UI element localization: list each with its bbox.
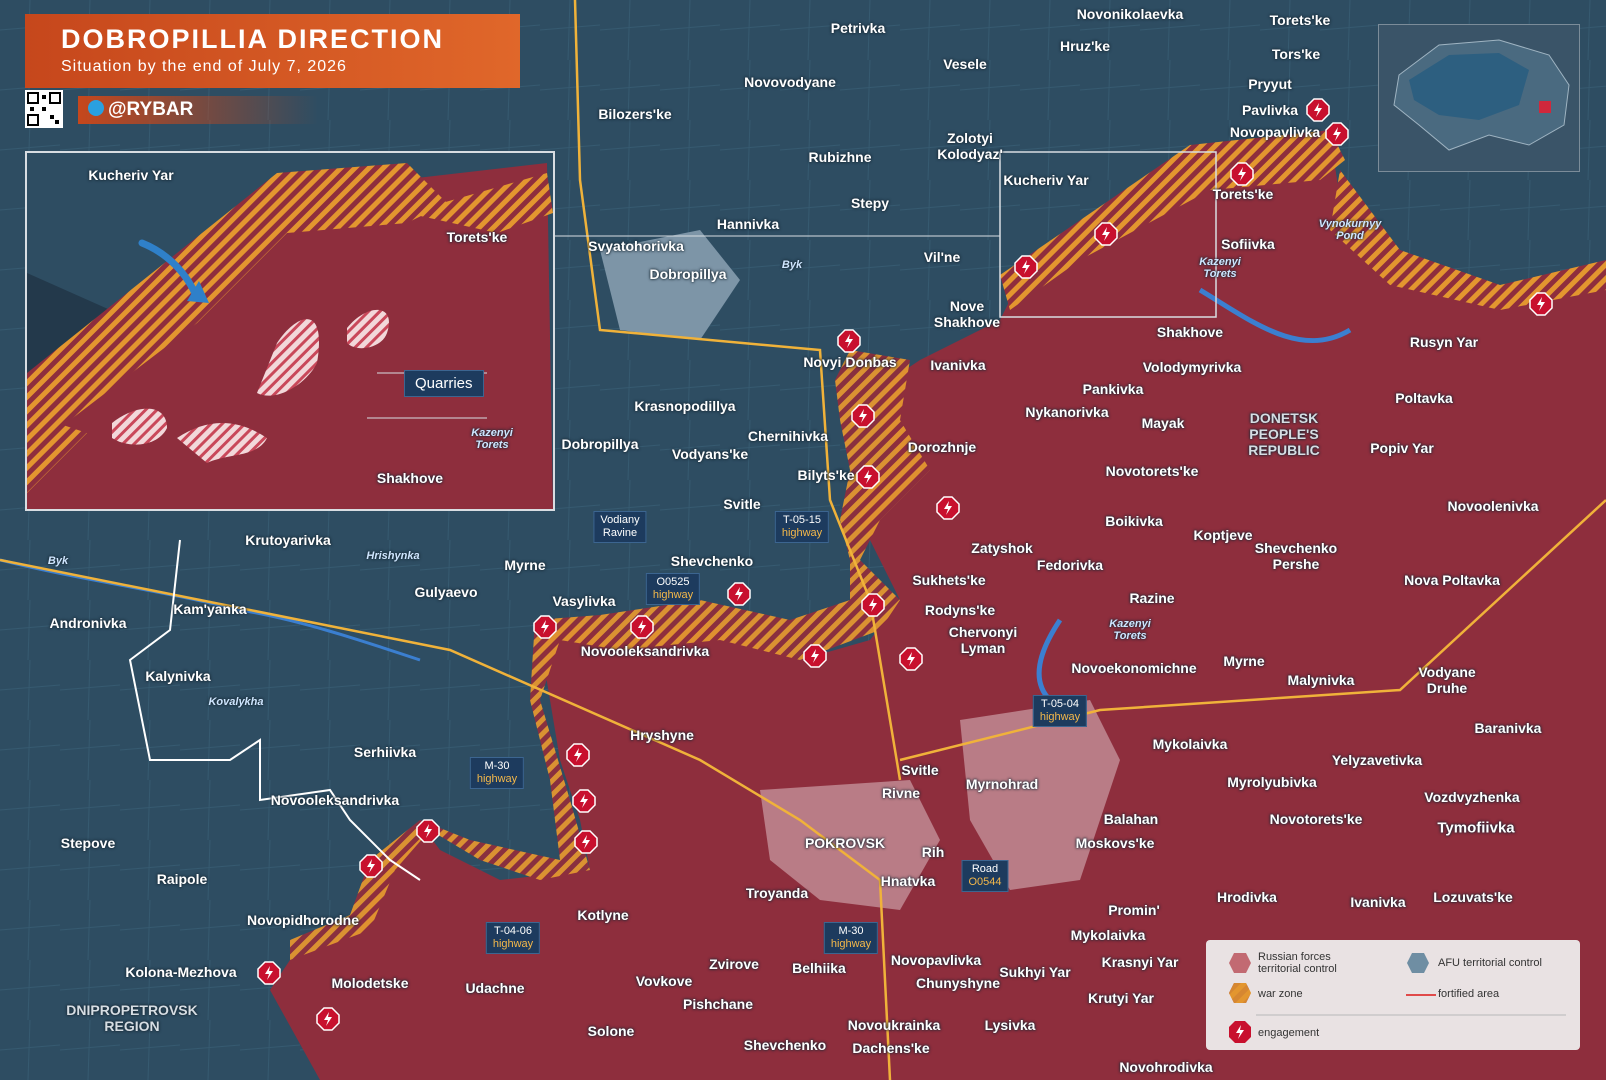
qr-code-icon — [25, 90, 63, 128]
engagement-icon — [574, 830, 598, 854]
engagement-icon — [727, 582, 751, 606]
legend-russian-icon — [1229, 953, 1251, 973]
engagement-icon — [851, 404, 875, 428]
inset-label-toretske: Torets'ke — [446, 229, 508, 245]
legend-russian-label: Russian forces territorial control — [1258, 951, 1337, 975]
engagement-icon — [533, 615, 557, 639]
engagement-icon — [837, 329, 861, 353]
engagement-icon — [856, 465, 880, 489]
engagement-icon — [359, 854, 383, 878]
engagement-icon — [1306, 98, 1330, 122]
engagement-icon — [1014, 255, 1038, 279]
legend-afu-icon — [1407, 953, 1429, 973]
legend: Russian forces territorial control AFU t… — [1206, 940, 1580, 1050]
minimap-location-marker — [1539, 101, 1551, 113]
legend-fortified-label: fortified area — [1438, 988, 1500, 1000]
page-title: DOBROPILLIA DIRECTION — [61, 24, 444, 54]
engagement-icon — [861, 593, 885, 617]
engagement-icon — [257, 961, 281, 985]
legend-warzone-label: war zone — [1258, 988, 1303, 1000]
engagement-icon — [566, 743, 590, 767]
legend-engagement-icon — [1229, 1021, 1251, 1043]
engagement-icon — [1094, 222, 1118, 246]
legend-warzone-icon — [1229, 983, 1251, 1003]
map-canvas: Petrivka Novonikolaevka Torets'ke Hruz'ke To… — [0, 0, 1606, 1080]
inset-label-shakhove: Shakhove — [376, 470, 444, 486]
legend-divider — [1256, 1014, 1566, 1016]
engagement-icon — [416, 819, 440, 843]
engagement-icon — [630, 615, 654, 639]
inset-map: Kucheriv Yar Torets'ke Shakhove Kazenyi … — [25, 151, 555, 511]
engagement-icon — [1529, 292, 1553, 316]
page-subtitle: Situation by the end of July 7, 2026 — [61, 58, 347, 75]
engagement-icon — [316, 1007, 340, 1031]
legend-afu-label: AFU territorial control — [1438, 957, 1542, 969]
legend-fortified-icon — [1406, 994, 1436, 996]
quarries-label: Quarries — [404, 370, 484, 397]
engagement-icon — [803, 644, 827, 668]
engagement-icon — [572, 789, 596, 813]
inset-water-label: Kazenyi Torets — [471, 427, 513, 451]
engagement-icon — [936, 496, 960, 520]
locator-minimap — [1378, 24, 1580, 172]
engagement-icon — [1325, 122, 1349, 146]
engagement-icon — [899, 647, 923, 671]
inset-label-kucheriv-yar: Kucheriv Yar — [88, 167, 174, 183]
telegram-icon — [88, 99, 104, 116]
brand-label: @RYBAR — [108, 99, 194, 120]
legend-engagement-label: engagement — [1258, 1027, 1320, 1039]
title-box: DOBROPILLIA DIRECTION Situation by the e… — [25, 14, 520, 88]
brand-badge: @RYBAR — [78, 96, 318, 124]
engagement-icon — [1230, 162, 1254, 186]
inset-canvas — [27, 153, 553, 509]
